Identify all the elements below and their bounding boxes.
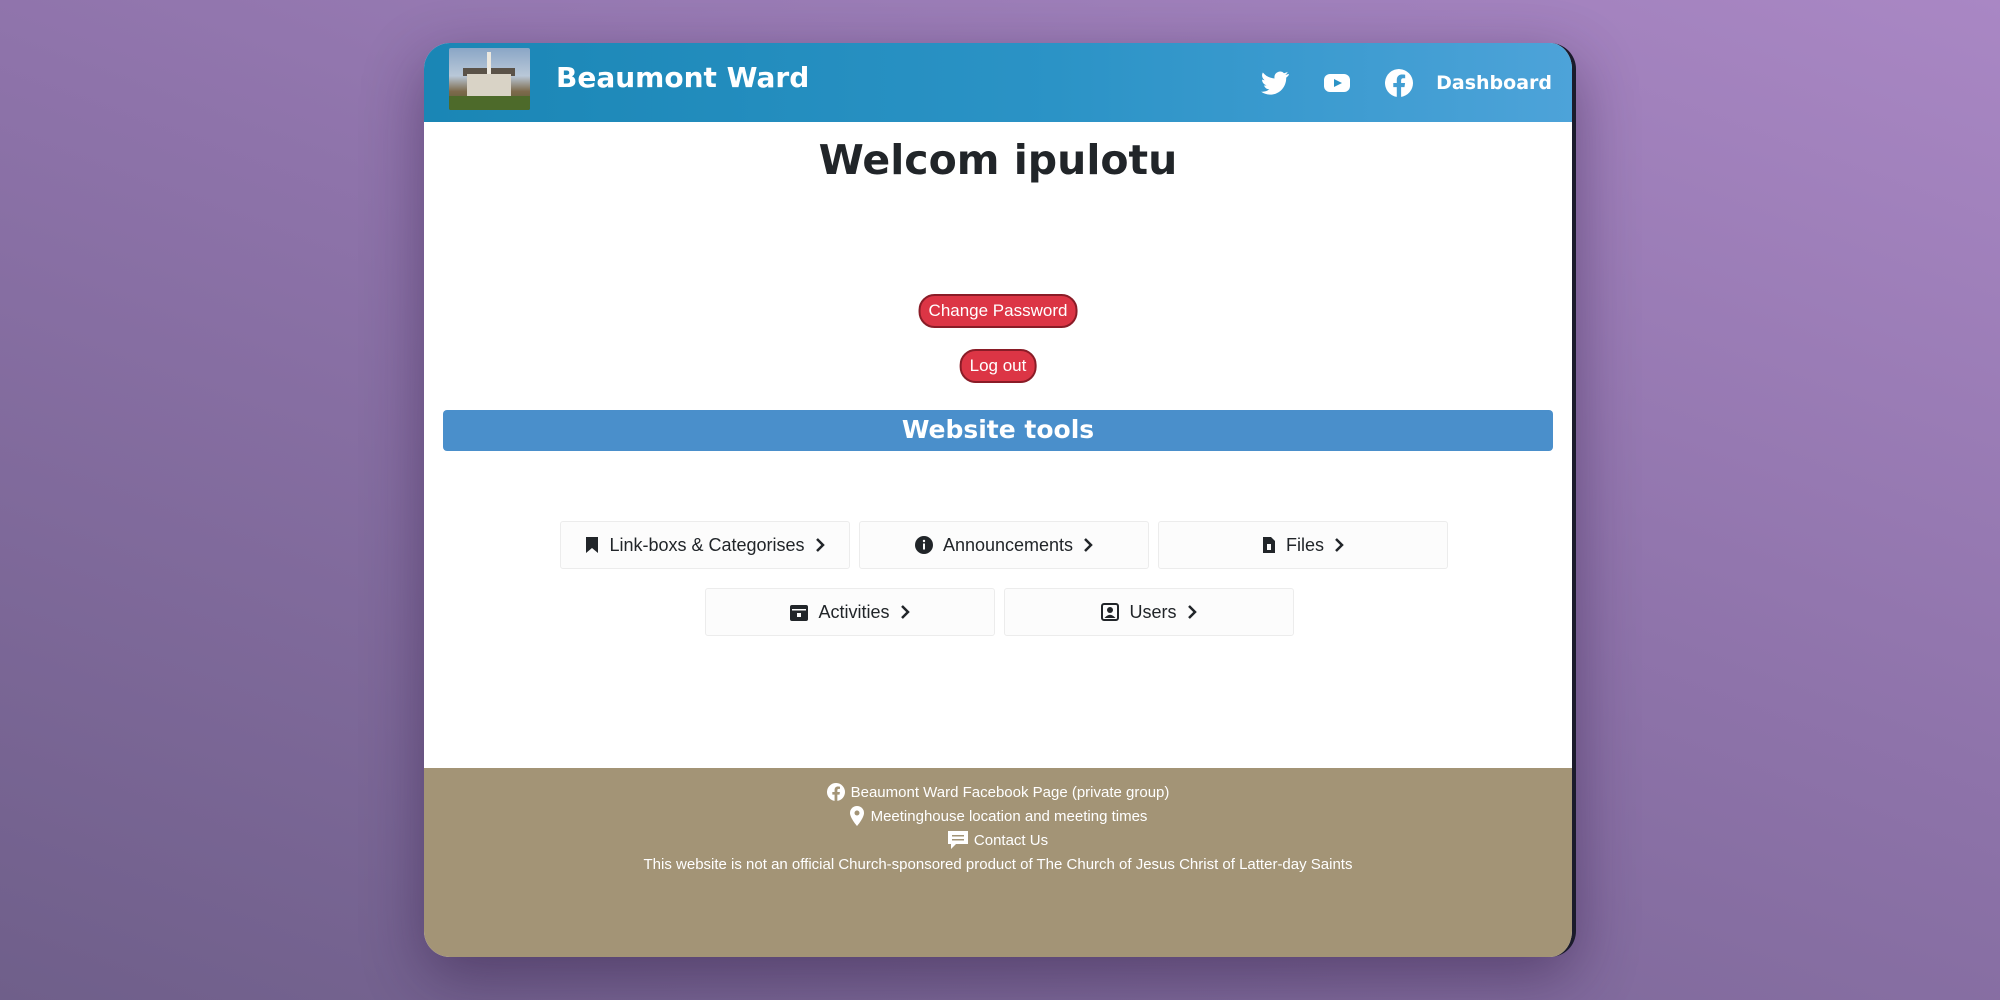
tool-label: Activities [818,601,890,622]
site-logo[interactable] [449,48,530,110]
facebook-icon [826,783,845,801]
chevron-right-icon [1084,538,1093,552]
tool-users[interactable]: Users [1004,588,1294,636]
tool-activities[interactable]: Activities [705,588,995,636]
tool-label: Link-boxs & Categorises [609,534,805,555]
app-window: Beaumont Ward Dashboard Welcom ipulotu C… [424,43,1576,957]
bookmark-icon [586,537,599,553]
footer-contact-label[interactable]: Contact Us [974,832,1048,849]
footer-disclaimer: This website is not an official Church-s… [643,855,1353,873]
tool-files[interactable]: Files [1158,521,1448,569]
footer-meetinghouse-link[interactable]: Meetinghouse location and meeting times [424,804,1572,828]
footer-contact-link[interactable]: Contact Us [424,828,1572,852]
chat-icon [947,831,968,849]
chevron-right-icon [900,605,910,619]
website-tools-heading: Website tools [443,410,1553,451]
header-nav: Dashboard [1244,43,1552,122]
footer-facebook-label[interactable]: Beaumont Ward Facebook Page (private gro… [851,784,1170,801]
change-password-button[interactable]: Change Password [918,294,1078,328]
footer-facebook-link[interactable]: Beaumont Ward Facebook Page (private gro… [424,780,1572,804]
facebook-icon[interactable] [1368,43,1430,122]
main-content: Welcom ipulotu Change Password Log out W… [424,122,1572,769]
tool-label: Files [1285,534,1324,555]
user-square-icon [1101,603,1120,621]
site-footer: Beaumont Ward Facebook Page (private gro… [424,768,1572,957]
dashboard-link[interactable]: Dashboard [1436,72,1552,94]
site-header: Beaumont Ward Dashboard [424,43,1572,122]
twitter-icon[interactable] [1244,43,1306,122]
chevron-right-icon [1187,605,1197,619]
file-icon [1262,537,1275,553]
info-icon [914,536,933,554]
tool-label: Announcements [942,534,1074,555]
chevron-right-icon [1335,538,1344,552]
map-pin-icon [849,806,864,826]
site-title[interactable]: Beaumont Ward [556,61,809,94]
youtube-icon[interactable] [1306,43,1368,122]
welcome-heading: Welcom ipulotu [818,136,1178,184]
chevron-right-icon [815,538,825,552]
tool-link-boxes[interactable]: Link-boxs & Categorises [560,521,850,569]
calendar-icon [790,605,809,621]
logout-button[interactable]: Log out [959,349,1037,383]
footer-meetinghouse-label[interactable]: Meetinghouse location and meeting times [871,808,1148,825]
tool-label: Users [1129,601,1177,622]
tool-announcements[interactable]: Announcements [859,521,1149,569]
